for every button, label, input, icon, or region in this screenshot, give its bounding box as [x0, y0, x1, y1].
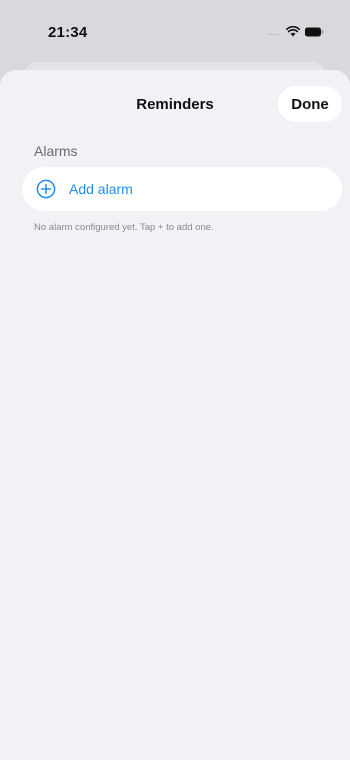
plus-circle-icon	[36, 179, 56, 199]
status-bar: 21:34 ....	[0, 0, 350, 52]
alarms-section-header: Alarms	[34, 143, 78, 159]
done-button[interactable]: Done	[278, 86, 342, 122]
nav-bar: Reminders Done	[0, 70, 350, 132]
cellular-signal-indicator: ....	[266, 26, 281, 37]
status-time: 21:34	[48, 24, 88, 41]
battery-icon	[305, 27, 324, 37]
wifi-icon	[286, 26, 300, 37]
screen: 21:34 .... Reminders Done Alarms Add ala…	[0, 0, 350, 760]
reminders-sheet: Reminders Done Alarms Add alarm No alarm…	[0, 70, 350, 760]
alarms-empty-hint: No alarm configured yet. Tap + to add on…	[34, 222, 214, 233]
add-alarm-label: Add alarm	[69, 181, 133, 197]
status-indicators: ....	[267, 26, 324, 37]
add-alarm-button[interactable]: Add alarm	[22, 167, 342, 211]
